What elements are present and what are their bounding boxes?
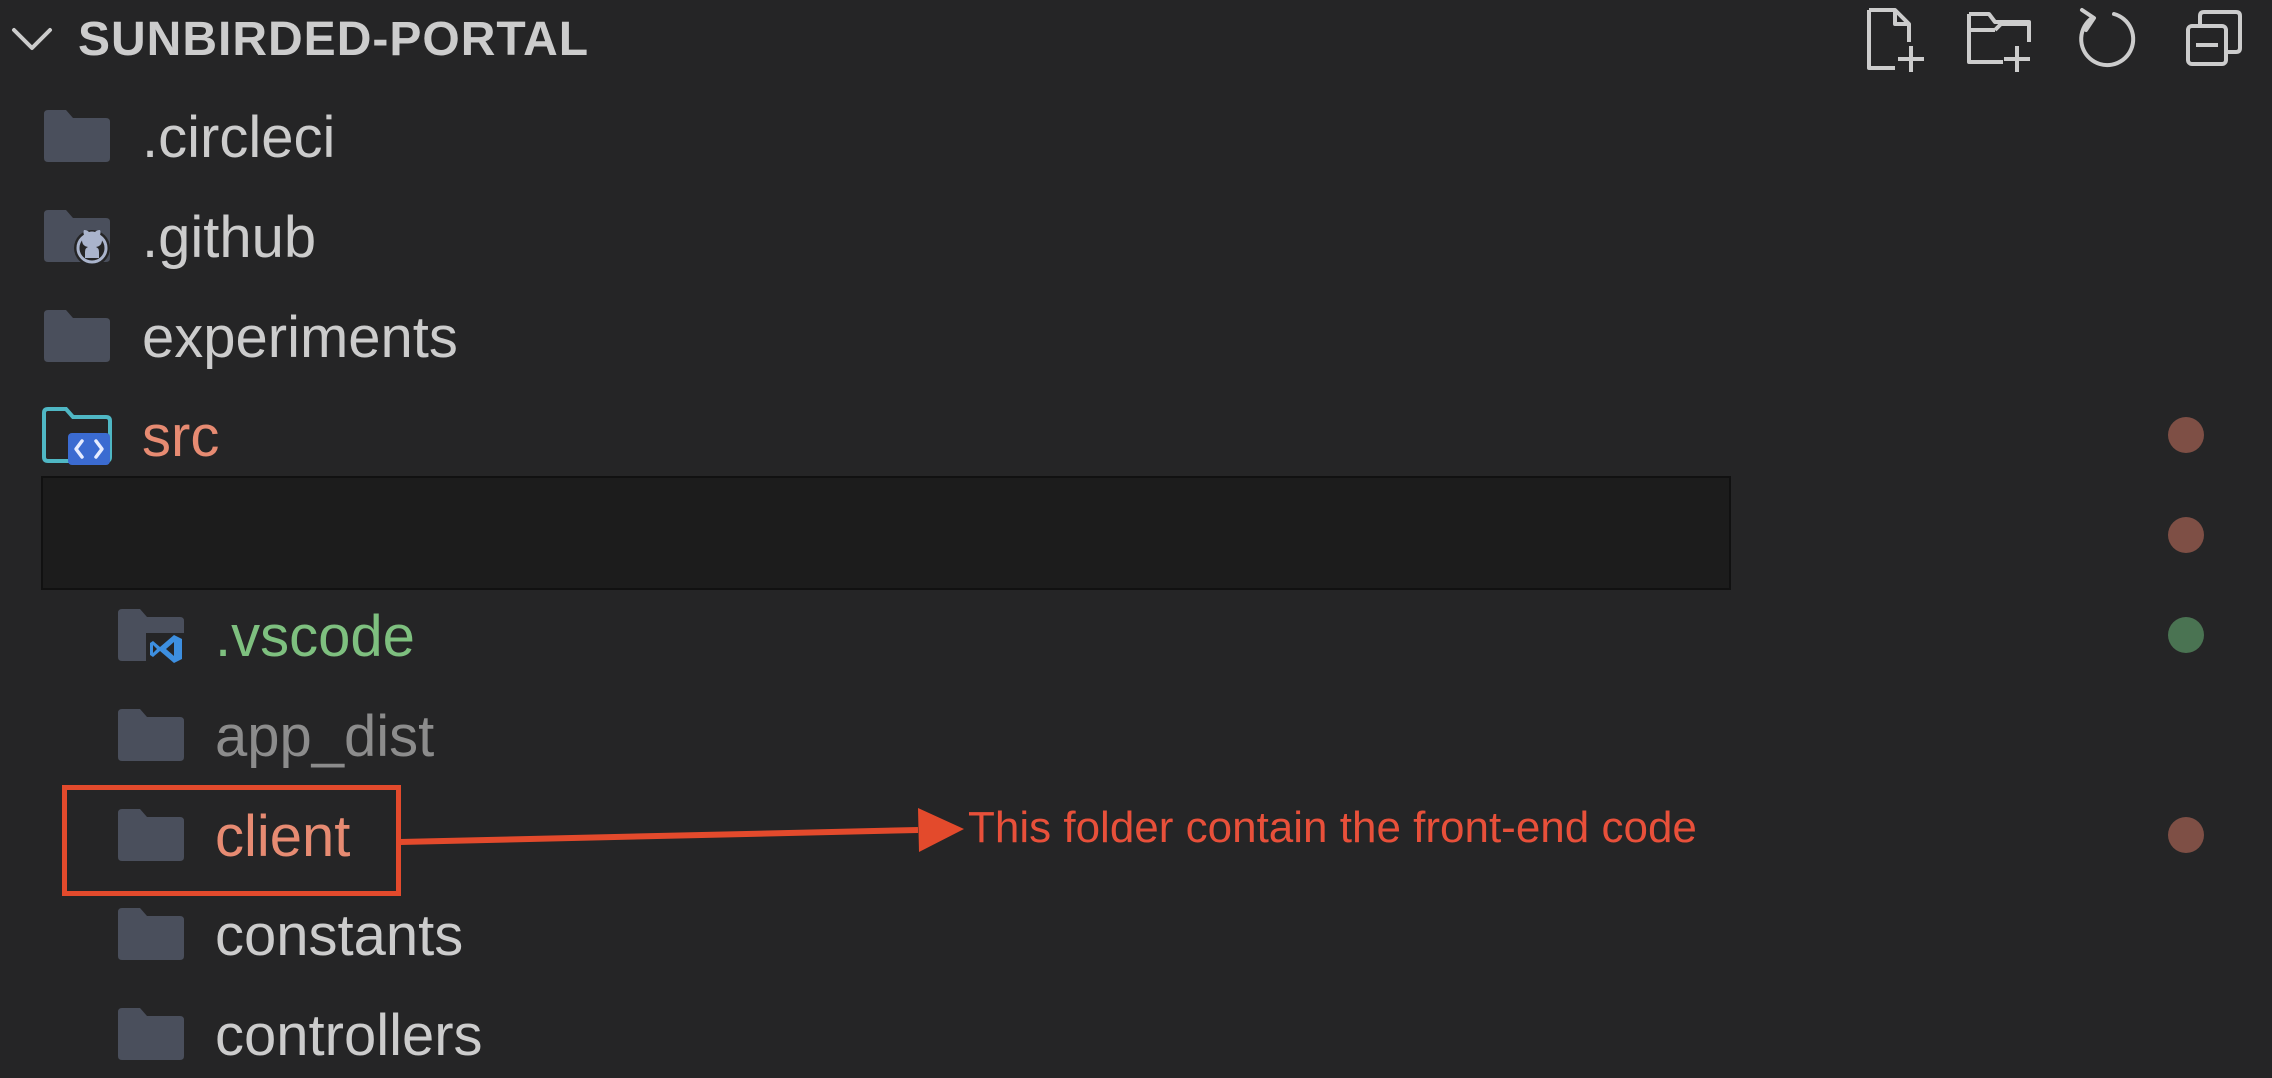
annotation-arrow-icon [399,808,964,852]
file-explorer: SUNBIRDED-PORTAL .circleci .github exper… [0,0,2272,1078]
folder-icon [116,904,186,964]
collapse-all-icon [2186,10,2242,66]
folder-icon [42,106,112,166]
modified-status-dot [2168,817,2204,853]
explorer-title: SUNBIRDED-PORTAL [78,13,590,66]
new-folder-icon [1967,12,2031,72]
tree-item-label: src [142,404,220,469]
new-folder-button[interactable] [1963,2,2037,76]
tree-item-label: app_dist [215,704,435,769]
annotation-text: This folder contain the front-end code [968,803,1697,852]
folder-icon [42,306,112,366]
github-folder-icon [42,206,112,266]
tree-item-label: controllers [215,1003,483,1068]
tree-item-constants[interactable]: constants [0,886,2272,982]
tree-item-label: .vscode [215,604,415,669]
annotation-highlight-box [62,785,401,896]
tree-item-src[interactable]: src [0,387,2272,483]
tree-item-label: .circleci [142,105,336,170]
new-file-button[interactable] [1857,2,1931,76]
explorer-header[interactable]: SUNBIRDED-PORTAL [0,0,2272,80]
tree-item-circleci[interactable]: .circleci [0,88,2272,184]
redacted-region [41,476,1731,590]
src-folder-icon [42,405,112,465]
chevron-down-icon[interactable] [8,16,56,64]
tree-item-experiments[interactable]: experiments [0,288,2272,384]
modified-status-dot [2168,417,2204,453]
collapse-all-button[interactable] [2178,2,2252,76]
added-status-dot [2168,617,2204,653]
vscode-folder-icon [116,605,186,665]
tree-item-controllers[interactable]: controllers [0,986,2272,1078]
refresh-button[interactable] [2070,2,2144,76]
folder-icon [116,705,186,765]
refresh-icon [2079,8,2136,68]
tree-item-label: constants [215,903,464,968]
folder-icon [116,1004,186,1064]
tree-item-vscode[interactable]: .vscode [0,587,2272,683]
new-file-icon [1867,8,1924,72]
modified-status-dot [2168,517,2204,553]
tree-item-label: .github [142,205,317,270]
tree-item-label: experiments [142,305,458,370]
tree-item-github[interactable]: .github [0,188,2272,284]
tree-item-app-dist[interactable]: app_dist [0,687,2272,783]
